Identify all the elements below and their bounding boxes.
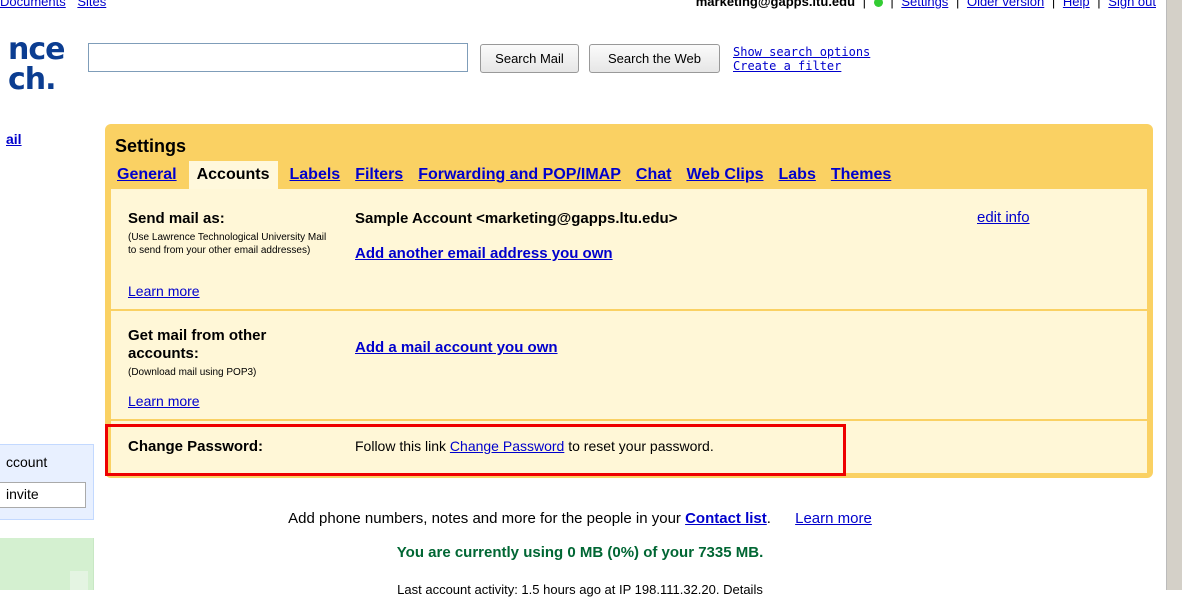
search-input[interactable] (88, 43, 468, 72)
sites-link[interactable]: Sites (77, 0, 106, 9)
settings-link[interactable]: Settings (901, 0, 948, 9)
tab-chat[interactable]: Chat (636, 161, 672, 189)
send-mail-row: Send mail as: (Use Lawrence Technologica… (111, 189, 1147, 311)
top-bar: Documents Sites marketing@gapps.ltu.edu … (0, 0, 1160, 9)
send-mail-account: Sample Account <marketing@gapps.ltu.edu> (355, 210, 678, 227)
logo[interactable]: nce ch. (0, 34, 84, 98)
separator: | (890, 0, 894, 9)
add-email-address-link[interactable]: Add another email address you own (355, 245, 613, 262)
get-mail-row: Get mail from other accounts: (Download … (111, 311, 1147, 421)
get-mail-note: (Download mail using POP3) (128, 367, 257, 378)
send-mail-note: (Use Lawrence Technological University M… (128, 232, 327, 256)
invite-input[interactable]: invite (0, 482, 86, 508)
search-links: Show search options Create a filter (733, 45, 870, 73)
mail-link[interactable]: ail (6, 131, 22, 147)
logo-text-line2: ch. (8, 62, 57, 97)
contacts-period: . (766, 510, 771, 527)
sign-out-link[interactable]: Sign out (1108, 0, 1156, 9)
send-mail-learn-more-link[interactable]: Learn more (128, 283, 200, 299)
contacts-learn-more-link[interactable]: Learn more (795, 510, 872, 527)
show-search-options-link[interactable]: Show search options (733, 45, 870, 59)
separator: | (1097, 0, 1101, 9)
separator: | (862, 0, 867, 9)
invite-box-label: ccount (6, 454, 48, 470)
tab-forwarding[interactable]: Forwarding and POP/IMAP (418, 161, 621, 189)
tab-web-clips[interactable]: Web Clips (686, 161, 763, 189)
highlight-box (105, 424, 846, 476)
search-web-button[interactable]: Search the Web (589, 44, 720, 73)
tab-themes[interactable]: Themes (831, 161, 891, 189)
contact-list-link[interactable]: Contact list (685, 510, 767, 527)
tab-labels[interactable]: Labels (290, 161, 341, 189)
chat-status-icon[interactable] (873, 0, 883, 8)
separator: | (955, 0, 960, 9)
search-mail-button[interactable]: Search Mail (480, 44, 579, 73)
older-version-link[interactable]: Older version (967, 0, 1044, 9)
tab-accounts[interactable]: Accounts (188, 161, 278, 189)
tab-general[interactable]: General (117, 161, 177, 189)
contacts-promo: Add phone numbers, notes and more for th… (0, 510, 1160, 527)
edit-info-link[interactable]: edit info (977, 209, 1030, 226)
settings-tabs: General Accounts Labels Filters Forwarding a… (117, 161, 906, 189)
tab-filters[interactable]: Filters (355, 161, 403, 189)
contacts-promo-text: Add phone numbers, notes and more for th… (288, 510, 681, 527)
vertical-scrollbar[interactable] (1166, 0, 1182, 590)
tab-labs[interactable]: Labs (779, 161, 816, 189)
documents-link[interactable]: Documents (0, 0, 66, 9)
user-email: marketing@gapps.ltu.edu (695, 0, 856, 9)
separator: | (1051, 0, 1056, 9)
add-mail-account-link[interactable]: Add a mail account you own (355, 339, 558, 356)
send-mail-label: Send mail as: (128, 210, 225, 227)
get-mail-learn-more-link[interactable]: Learn more (128, 393, 200, 409)
storage-usage: You are currently using 0 MB (0%) of you… (396, 544, 764, 561)
get-mail-label: Get mail from other accounts: (128, 327, 267, 362)
settings-title: Settings (115, 136, 187, 156)
invite-box: ccount invite (0, 444, 94, 520)
help-link[interactable]: Help (1063, 0, 1090, 9)
create-filter-link[interactable]: Create a filter (733, 59, 870, 73)
